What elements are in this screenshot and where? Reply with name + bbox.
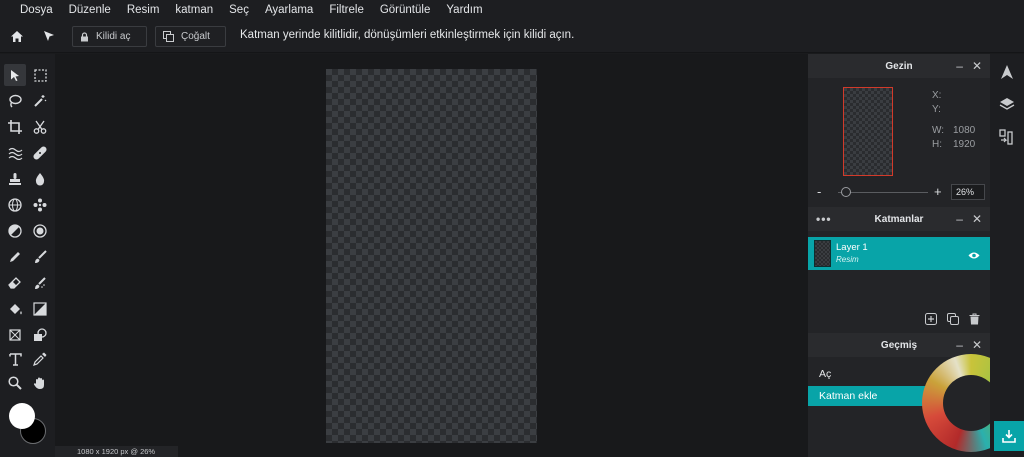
trash-icon[interactable] [969, 312, 980, 330]
home-icon[interactable] [2, 19, 32, 53]
dodge-burn-icon[interactable] [4, 220, 26, 242]
download-icon [1002, 430, 1016, 443]
menu-layer[interactable]: katman [175, 4, 213, 16]
layers-title: Katmanlar [874, 213, 924, 225]
lock-icon [81, 31, 88, 41]
blur-drop-icon[interactable] [29, 168, 51, 190]
nav-y-label: Y: [932, 104, 941, 115]
nav-w-value: 1080 [953, 125, 976, 136]
sharpen-target-icon[interactable] [29, 220, 51, 242]
zoom-slider-knob[interactable] [841, 187, 851, 197]
shape-tool-icon[interactable] [29, 324, 51, 346]
zoom-input[interactable]: 26% [951, 184, 985, 200]
right-icon-strip [990, 54, 1024, 457]
options-bar: Kilidi aç Çoğalt Katman yerinde kilitlid… [0, 19, 1024, 53]
workspace [55, 54, 808, 457]
eraser-icon[interactable] [4, 272, 26, 294]
download-button[interactable] [994, 421, 1024, 451]
duplicate-icon [163, 31, 174, 42]
minimize-icon[interactable]: – [956, 212, 963, 226]
zoom-tool-icon[interactable] [4, 372, 26, 394]
unlock-label: Kilidi aç [96, 31, 131, 42]
move-tool-icon[interactable] [4, 64, 26, 86]
zoom-in-button[interactable]: + [934, 184, 942, 199]
pattern-dots-icon[interactable] [29, 194, 51, 216]
navigator-panel-icon[interactable] [999, 64, 1015, 85]
zoom-row: - + 26% [808, 183, 990, 201]
menu-edit[interactable]: Düzenle [69, 4, 111, 16]
menu-file[interactable]: Dosya [20, 4, 53, 16]
nav-x-label: X: [932, 90, 942, 101]
magic-wand-icon[interactable] [29, 90, 51, 112]
duplicate-label: Çoğalt [181, 31, 210, 42]
menu-select[interactable]: Seç [229, 4, 249, 16]
eyedropper-icon[interactable] [29, 348, 51, 370]
marquee-tool-icon[interactable] [29, 64, 51, 86]
status-bar: 1080 x 1920 px @ 26% [55, 446, 178, 457]
layer-thumbnail [814, 240, 831, 267]
more-options-icon[interactable]: ••• [816, 207, 832, 231]
sponge-globe-icon[interactable] [4, 194, 26, 216]
layers-header: ••• Katmanlar – ✕ [808, 207, 990, 231]
navigator-preview[interactable] [843, 87, 893, 176]
add-layer-icon[interactable] [925, 312, 937, 330]
history-item-label: Katman ekle [819, 390, 878, 402]
menu-bar: Dosya Düzenle Resim katman Seç Ayarlama … [0, 0, 1024, 19]
navigator-title: Gezin [885, 60, 913, 72]
nav-h-label: H: [932, 139, 942, 150]
zoom-slider-track[interactable] [838, 192, 928, 193]
unlock-button[interactable]: Kilidi aç [72, 26, 147, 47]
nav-w-label: W: [932, 125, 945, 136]
transform-frame-icon[interactable] [4, 324, 26, 346]
clone-stamp-icon[interactable] [4, 168, 26, 190]
duplicate-layer-icon[interactable] [947, 312, 959, 330]
move-arrow-icon[interactable] [34, 19, 64, 53]
menu-image[interactable]: Resim [127, 4, 160, 16]
crop-tool-icon[interactable] [4, 116, 26, 138]
layer-item[interactable]: Layer 1 Resim [808, 237, 990, 270]
menu-view[interactable]: Görüntüle [380, 4, 431, 16]
paint-bucket-icon[interactable] [4, 298, 26, 320]
healing-bandage-icon[interactable] [29, 142, 51, 164]
gradient-icon[interactable] [29, 298, 51, 320]
liquify-tool-icon[interactable] [4, 142, 26, 164]
minimize-icon[interactable]: – [956, 338, 963, 352]
spray-brush-icon[interactable] [29, 272, 51, 294]
layer-name: Layer 1 [836, 242, 868, 253]
duplicate-button[interactable]: Çoğalt [155, 26, 226, 47]
layer-actions [925, 312, 980, 330]
text-tool-icon[interactable] [4, 348, 26, 370]
foreground-color-swatch[interactable] [9, 403, 35, 429]
eye-icon[interactable] [968, 247, 980, 265]
close-icon[interactable]: ✕ [972, 212, 982, 226]
zoom-out-button[interactable]: - [817, 184, 821, 199]
hand-tool-icon[interactable] [29, 372, 51, 394]
menu-filter[interactable]: Filtrele [329, 4, 364, 16]
minimize-icon[interactable]: – [956, 59, 963, 73]
lasso-tool-icon[interactable] [4, 90, 26, 112]
close-icon[interactable]: ✕ [972, 59, 982, 73]
close-icon[interactable]: ✕ [972, 338, 982, 352]
history-header: Geçmiş – ✕ [808, 333, 990, 357]
layers-panel-icon[interactable] [999, 97, 1015, 116]
pencil-icon[interactable] [4, 246, 26, 268]
history-title: Geçmiş [880, 339, 918, 351]
scissors-icon[interactable] [29, 116, 51, 138]
tool-palette [0, 54, 55, 457]
nav-h-value: 1920 [953, 139, 976, 150]
navigator-header: Gezin – ✕ [808, 54, 990, 78]
transparent-canvas[interactable] [326, 69, 537, 443]
lock-message: Katman yerinde kilitlidir, dönüşümleri e… [240, 29, 575, 41]
history-panel-icon[interactable] [999, 129, 1015, 150]
layer-type: Resim [836, 255, 859, 264]
brush-icon[interactable] [29, 246, 51, 268]
menu-help[interactable]: Yardım [446, 4, 482, 16]
menu-adjust[interactable]: Ayarlama [265, 4, 313, 16]
